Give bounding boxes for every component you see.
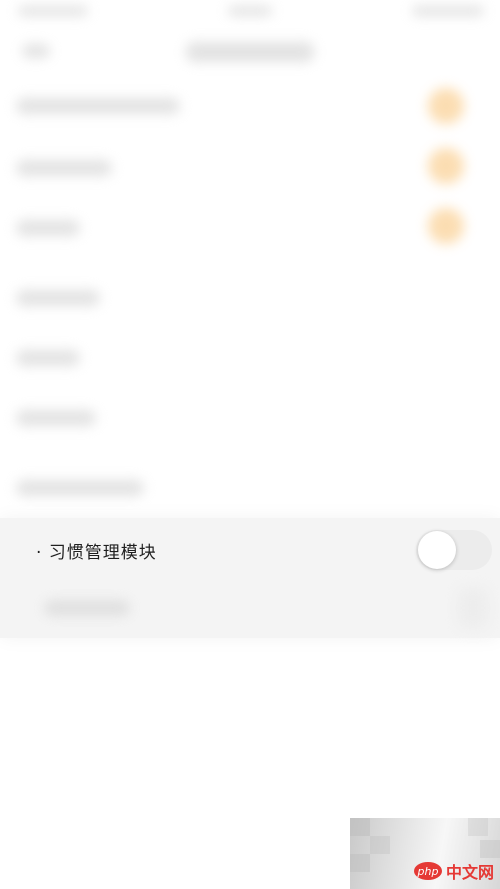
mosaic-tile (468, 818, 488, 836)
watermark: php 中文网 (350, 818, 500, 889)
row-label-blurred (16, 98, 180, 114)
habit-sub-item-blurred (44, 600, 130, 616)
settings-row[interactable] (0, 138, 500, 198)
settings-row[interactable] (0, 388, 500, 448)
badge-icon (428, 208, 464, 244)
settings-row[interactable] (0, 328, 500, 388)
page-title-blurred (186, 42, 314, 62)
settings-row[interactable] (0, 458, 500, 518)
panel-edge-blurred (458, 588, 488, 628)
nav-bar (0, 26, 500, 80)
mosaic-tile (370, 836, 390, 854)
status-carrier-blurred (228, 6, 272, 16)
row-label-blurred (16, 160, 112, 176)
badge-icon (428, 88, 464, 124)
watermark-text: 中文网 (445, 863, 494, 882)
status-bar (0, 0, 500, 26)
badge-icon (428, 148, 464, 184)
mosaic-tile (350, 854, 370, 872)
mosaic-tile (350, 818, 370, 836)
status-time-blurred (18, 6, 88, 16)
habit-module-label: · 习惯管理模块 (36, 543, 157, 563)
back-button-blurred[interactable] (22, 44, 50, 58)
status-battery-blurred (412, 6, 484, 16)
watermark-brand: php 中文网 (413, 859, 494, 883)
settings-row[interactable] (0, 76, 500, 136)
php-logo-icon: php (413, 862, 442, 880)
row-label-blurred (16, 410, 96, 426)
toggle-knob (418, 531, 456, 569)
row-label-blurred (16, 480, 144, 496)
row-label-blurred (16, 220, 80, 236)
row-label-blurred (16, 350, 80, 366)
mosaic-tile (480, 840, 500, 858)
settings-row[interactable] (0, 198, 500, 258)
row-label-blurred (16, 290, 100, 306)
habit-module-toggle[interactable] (416, 530, 492, 570)
settings-screen: · 习惯管理模块 php 中文网 (0, 0, 500, 889)
settings-row[interactable] (0, 268, 500, 328)
